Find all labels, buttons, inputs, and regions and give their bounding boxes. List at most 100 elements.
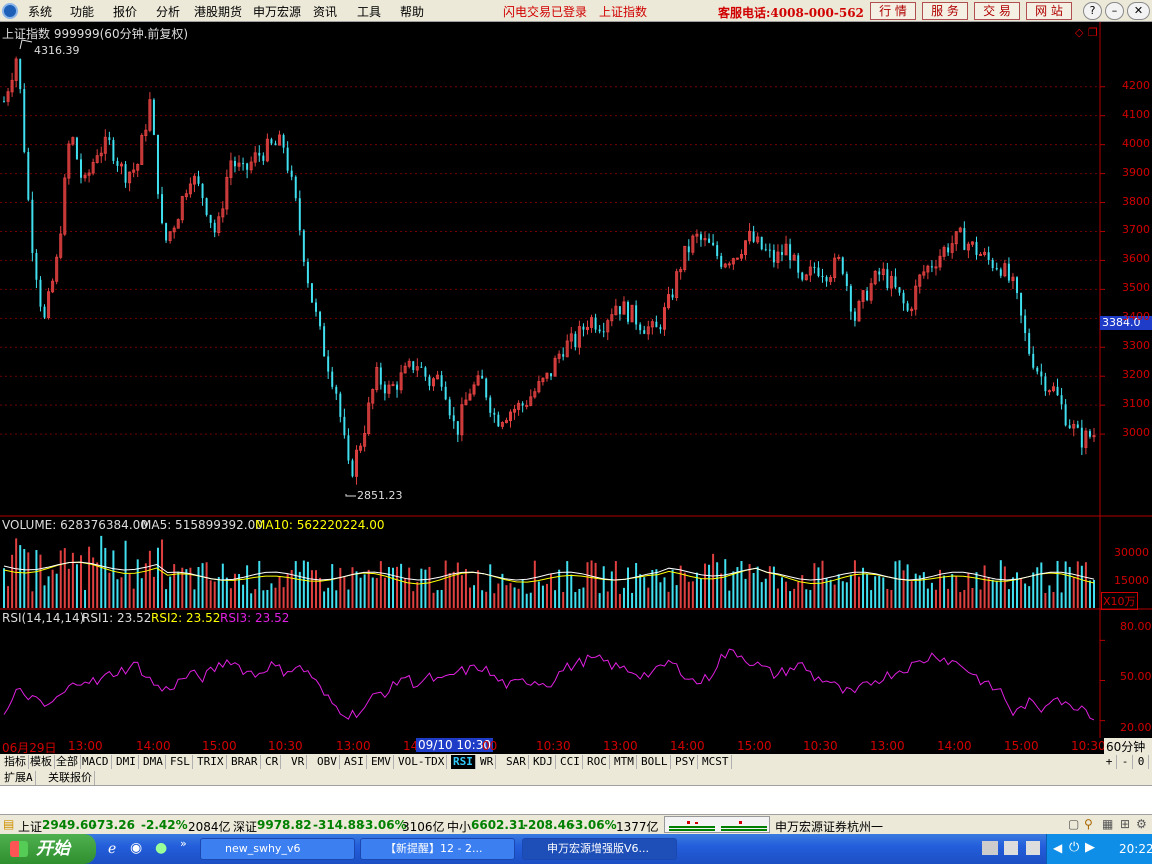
tray-arrow-icon[interactable]: ◀	[1053, 841, 1062, 855]
keyboard-icon[interactable]	[982, 841, 998, 855]
tab-trix[interactable]: TRIX	[195, 755, 227, 769]
tab-obv[interactable]: OBV	[315, 755, 340, 769]
candle-body	[282, 135, 285, 148]
sh-index-pct: -2.42%	[141, 818, 188, 832]
settings-icon[interactable]: ⚙	[1136, 817, 1147, 831]
menu-news[interactable]: 资讯	[313, 3, 337, 20]
time-label: 10:30	[268, 739, 303, 753]
tab-psy[interactable]: PSY	[673, 755, 698, 769]
window-icon[interactable]: ▢	[1068, 817, 1079, 831]
tab-cr[interactable]: CR	[263, 755, 282, 769]
browser-icon[interactable]: ◉	[130, 840, 142, 856]
tab-rsi[interactable]: RSI	[451, 755, 476, 769]
tab-extension-a[interactable]: 扩展A	[2, 771, 36, 785]
high-label: 4316.39	[34, 44, 80, 57]
menu-analysis[interactable]: 分析	[156, 3, 180, 20]
chart-canvas[interactable]	[0, 22, 1152, 738]
tab-kdj[interactable]: KDJ	[531, 755, 556, 769]
candle-body	[979, 253, 983, 256]
tab-control-2[interactable]: 0	[1134, 755, 1149, 769]
candle-body	[424, 367, 427, 377]
help-icon[interactable]: ?	[1083, 2, 1102, 20]
index-link[interactable]: 上证指数	[599, 3, 647, 20]
menu-tools[interactable]: 工具	[357, 3, 381, 20]
candle-body	[764, 249, 767, 251]
monitor-icon[interactable]: ▦	[1102, 817, 1113, 831]
tab-vr[interactable]: VR	[289, 755, 308, 769]
candle-body	[440, 375, 443, 387]
app-icon[interactable]: ●	[155, 840, 167, 856]
volume-icon[interactable]	[1004, 841, 1018, 855]
menu-function[interactable]: 功能	[70, 3, 94, 20]
tab-cci[interactable]: CCI	[558, 755, 583, 769]
tab-emv[interactable]: EMV	[369, 755, 394, 769]
tab-asi[interactable]: ASI	[342, 755, 367, 769]
ie-icon[interactable]: ℯ	[108, 841, 116, 857]
tab-vol-tdx[interactable]: VOL-TDX	[396, 755, 448, 769]
task-folder[interactable]: new_swhy_v6	[200, 838, 355, 860]
tab-boll[interactable]: BOLL	[639, 755, 671, 769]
start-label: 开始	[36, 839, 70, 859]
candle-body	[789, 244, 792, 261]
rsi-tick-50: 50.00	[1120, 670, 1152, 683]
candle-body	[485, 378, 488, 398]
candle-body	[331, 371, 334, 387]
task-browser[interactable]: 【新提醒】12 - 2...	[360, 838, 515, 860]
period-selector[interactable]: 60分钟	[1104, 738, 1152, 754]
signal-icon[interactable]: ⚲	[1084, 817, 1093, 831]
tab-wr[interactable]: WR	[478, 755, 497, 769]
tab-macd[interactable]: MACD	[80, 755, 112, 769]
tab--[interactable]: 指标	[2, 755, 29, 769]
tray-power-icon[interactable]: ⏻	[1069, 840, 1079, 855]
tab--[interactable]: 模板	[28, 755, 55, 769]
candle-body	[1088, 431, 1091, 437]
menu-shenwan[interactable]: 申万宏源	[253, 3, 301, 20]
menu-quote[interactable]: 报价	[113, 3, 137, 20]
minimize-button[interactable]: –	[1105, 2, 1124, 20]
tab-dma[interactable]: DMA	[141, 755, 166, 769]
tab-roc[interactable]: ROC	[585, 755, 610, 769]
network-icon[interactable]	[1026, 841, 1040, 855]
trade-button[interactable]: 交 易	[974, 2, 1020, 20]
candle-body	[562, 354, 565, 357]
menu-hk-futures[interactable]: 港股期货	[194, 3, 242, 20]
indicator-tabs: 指标 模板 全部 MACD DMI DMA FSL TRIX BRAR CR VR OBV ASI EMV…	[0, 754, 1152, 770]
lock-icon[interactable]: ⊞	[1120, 817, 1130, 831]
menu-system[interactable]: 系统	[28, 3, 52, 20]
close-button[interactable]: ✕	[1127, 2, 1150, 20]
tab-related-quotes[interactable]: 关联报价	[46, 771, 95, 785]
tab-mtm[interactable]: MTM	[612, 755, 637, 769]
price-tick-label: 3600	[1122, 252, 1150, 266]
candle-body	[780, 252, 783, 255]
menu-help[interactable]: 帮助	[400, 3, 424, 20]
tab-fsl[interactable]: FSL	[168, 755, 193, 769]
tab-control-0[interactable]: +	[1102, 755, 1117, 769]
tab--[interactable]: 全部	[54, 755, 81, 769]
service-button[interactable]: 服 务	[922, 2, 968, 20]
tab-sar[interactable]: SAR	[504, 755, 529, 769]
tab-control-1[interactable]: -	[1118, 755, 1133, 769]
sh-index-name: 上证	[18, 820, 43, 834]
tab-dmi[interactable]: DMI	[114, 755, 139, 769]
candle-body	[79, 159, 82, 178]
chart-area[interactable]: 上证指数 999999(60分钟.前复权) 4316.39 2851.23 33…	[0, 22, 1152, 738]
website-button[interactable]: 网 站	[1026, 2, 1072, 20]
candle-body	[1024, 315, 1027, 334]
time-label: 15:00	[202, 739, 237, 753]
tab-mcst[interactable]: MCST	[700, 755, 732, 769]
tab-brar[interactable]: BRAR	[229, 755, 261, 769]
candle-body	[837, 256, 841, 259]
candle-body	[108, 137, 111, 141]
candle-body	[497, 414, 500, 427]
more-icon[interactable]: »	[180, 837, 187, 850]
tray-play-icon[interactable]: ▶	[1085, 840, 1095, 855]
task-trading-app[interactable]: 申万宏源增强版V6...	[522, 838, 677, 860]
candle-body	[452, 415, 455, 422]
ma10-line	[3, 561, 1095, 585]
start-button[interactable]: 开始	[0, 834, 96, 864]
candle-body	[412, 361, 415, 370]
expand-icon[interactable]: ❐	[1088, 26, 1098, 39]
diamond-icon[interactable]: ◇	[1075, 26, 1083, 39]
rsi1-label: RSI1: 23.52	[82, 611, 152, 625]
market-button[interactable]: 行 情	[870, 2, 916, 20]
